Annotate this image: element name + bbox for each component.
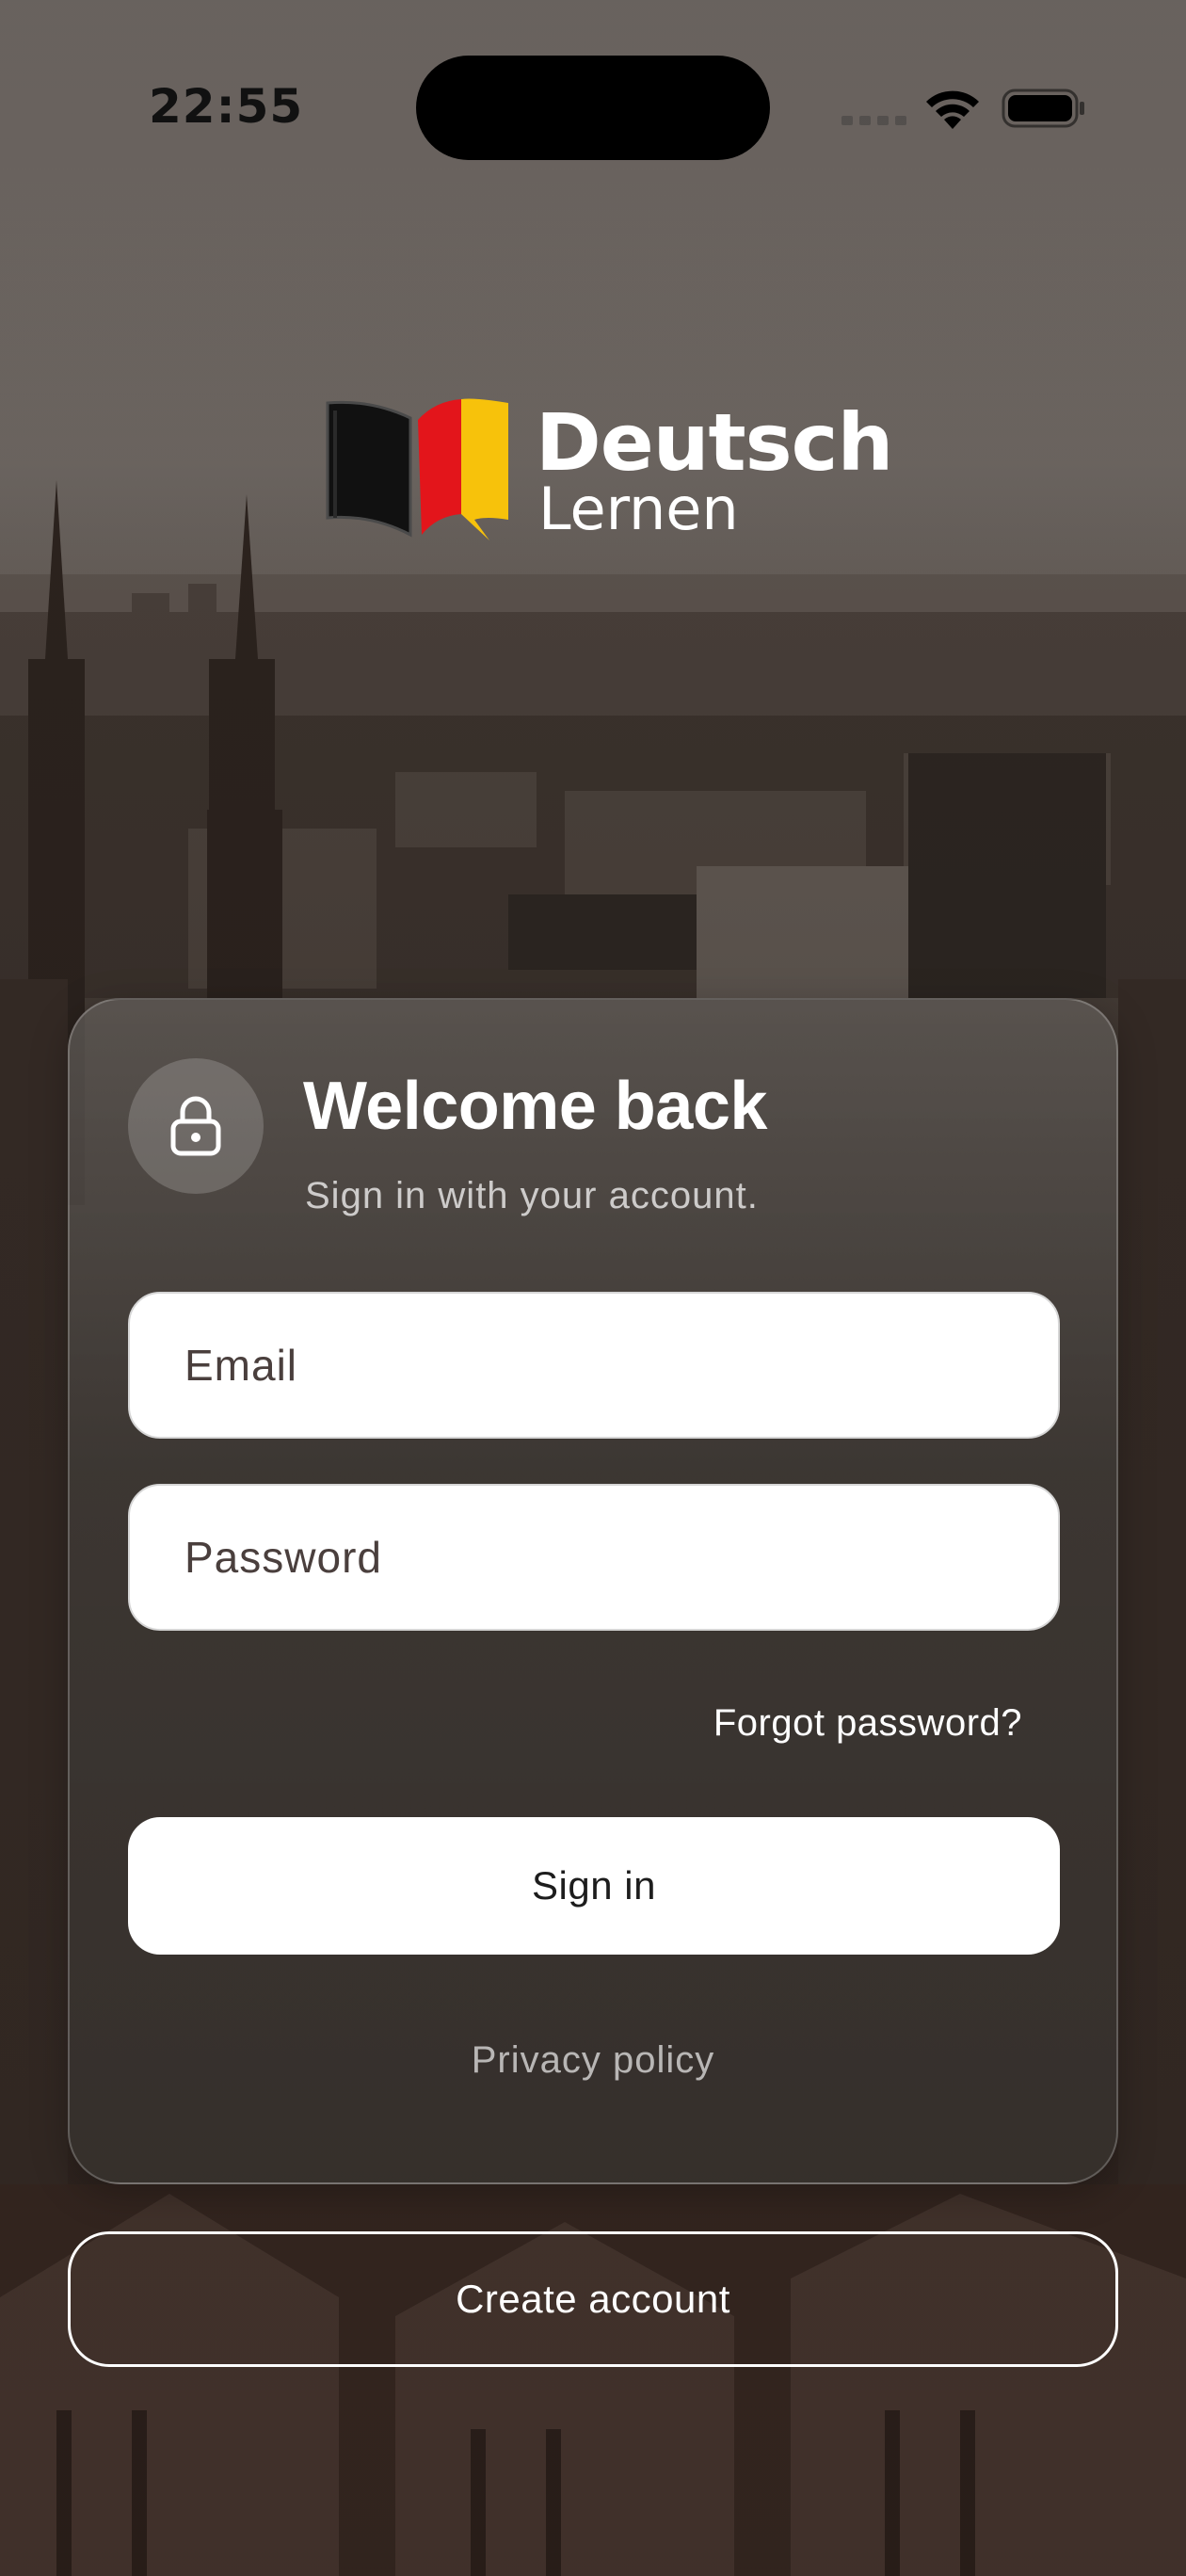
- email-field[interactable]: [128, 1292, 1060, 1439]
- sign-in-button[interactable]: Sign in: [128, 1817, 1060, 1955]
- app-logo: Deutsch Lernen: [324, 394, 893, 544]
- logo-word-deutsch: Deutsch: [536, 396, 893, 489]
- card-subtitle: Sign in with your account.: [305, 1175, 759, 1216]
- dynamic-island: [416, 56, 770, 160]
- create-account-button[interactable]: Create account: [68, 2231, 1118, 2367]
- wifi-icon: [926, 90, 979, 129]
- lock-badge: [128, 1058, 264, 1194]
- status-time: 22:55: [149, 79, 304, 134]
- battery-icon: [1002, 89, 1084, 128]
- logo-word-lernen: Lernen: [538, 475, 739, 543]
- card-title: Welcome back: [303, 1069, 767, 1144]
- forgot-password-link[interactable]: Forgot password?: [713, 1702, 1022, 1745]
- privacy-policy-link[interactable]: Privacy policy: [70, 2039, 1116, 2082]
- cellular-signal-icon: [841, 116, 906, 125]
- password-field[interactable]: [128, 1484, 1060, 1631]
- sign-in-card: Welcome back Sign in with your account. …: [68, 998, 1118, 2184]
- lock-icon: [170, 1096, 221, 1156]
- book-flag-logo-icon: [326, 398, 508, 540]
